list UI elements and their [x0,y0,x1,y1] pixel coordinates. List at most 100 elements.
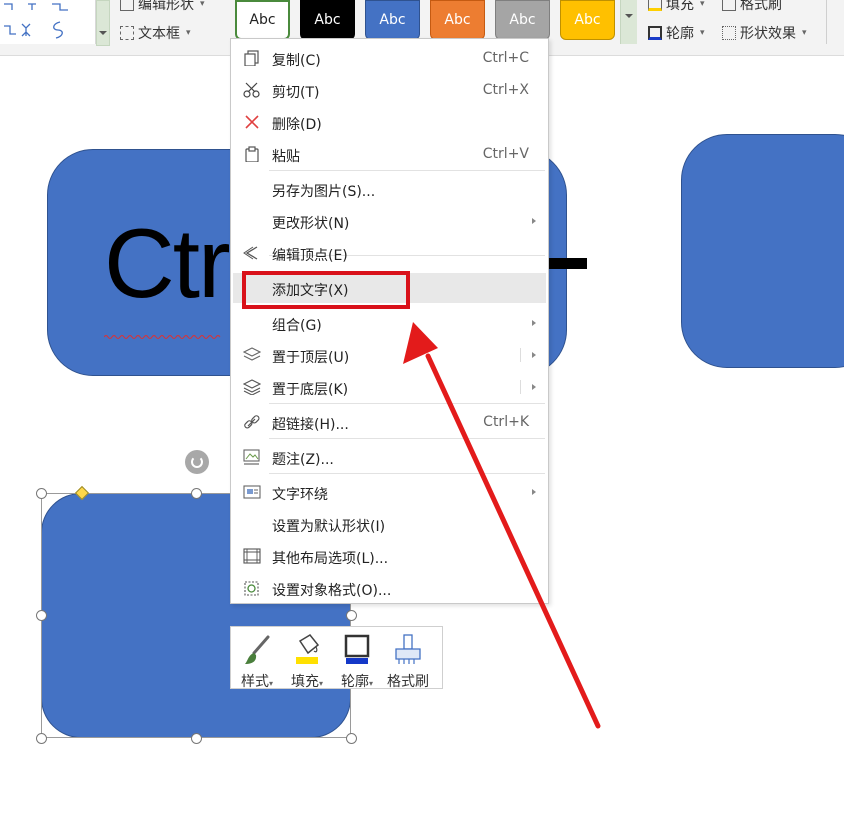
shape-style-swatch-3[interactable]: Abc [365,0,420,40]
menu-item-label: 文字环绕 [272,487,328,503]
shape-style-swatch-label: Abc [444,12,471,28]
menu-item-9[interactable]: 组合(G) [233,308,546,338]
layout-options-icon [243,548,261,564]
resize-handle-nw[interactable] [36,488,47,499]
menu-item-label: 剪切(T) [272,85,320,101]
menu-item-17[interactable]: 设置对象格式(O)... [233,573,546,603]
highlight-box [242,271,410,309]
context-menu: 复制(C) Ctrl+C 剪切(T) Ctrl+X 删除(D) 粘贴 Ctrl+V 另存为图片… [230,38,549,604]
menu-item-label: 置于顶层(U) [272,350,350,366]
shapes-gallery[interactable] [0,0,96,44]
format-painter-icon [722,0,736,11]
menu-item-5[interactable]: 另存为图片(S)... [233,174,546,204]
menu-item-label: 其他布局选项(L)... [272,551,389,567]
menu-item-7[interactable]: 编辑顶点(E) [233,238,546,268]
submenu-arrow-icon [532,384,536,390]
shape-style-swatch-5[interactable]: Abc [495,0,550,40]
menu-item-4[interactable]: 粘贴 Ctrl+V [233,139,546,169]
shape-style-swatch-label: Abc [574,12,601,28]
format-painter-icon [395,634,421,664]
format-object-icon [244,581,259,596]
submenu-divider [520,348,521,362]
submenu-arrow-icon [532,489,536,495]
submenu-arrow-icon [532,352,536,358]
mini-style-button[interactable]: 样式▾ [233,631,281,690]
edit-shape-icon [120,0,134,11]
resize-handle-se[interactable] [346,733,357,744]
style-gallery-scroll[interactable] [620,0,637,44]
shape-effects-icon [722,26,736,40]
rotate-handle-icon[interactable] [185,450,209,474]
ribbon-divider [826,0,827,44]
mini-fill-button[interactable]: 填充▾ [283,631,331,690]
menu-separator [269,438,545,439]
text-wrap-icon [243,485,261,499]
shape-style-swatch-6[interactable]: Abc [560,0,615,40]
shape-style-swatch-label: Abc [249,12,276,28]
menu-item-6[interactable]: 更改形状(N) [233,206,546,236]
menu-item-shortcut: Ctrl+K [483,414,529,430]
format-painter-button[interactable]: 格式刷 [722,0,782,14]
rounded-rectangle-right[interactable] [681,134,844,368]
menu-item-14[interactable]: 文字环绕 [233,477,546,507]
bring-to-front-icon [243,347,261,361]
menu-item-label: 组合(G) [272,318,322,334]
submenu-arrow-icon [532,320,536,326]
edit-shape-button[interactable]: 编辑形状 ▾ [120,0,205,14]
menu-item-1[interactable]: 复制(C) Ctrl+C [233,43,546,73]
shape-style-swatch-2[interactable]: Abc [300,0,355,40]
outline-button[interactable]: 轮廓 ▾ [648,23,705,43]
menu-item-label: 设置对象格式(O)... [272,583,392,599]
resize-handle-sw[interactable] [36,733,47,744]
textbox-button[interactable]: 文本框 ▾ [120,23,191,43]
cut-icon [243,82,260,98]
resize-handle-e[interactable] [346,610,357,621]
resize-handle-s[interactable] [191,733,202,744]
delete-icon [245,115,259,129]
menu-item-label: 编辑顶点(E) [272,248,348,264]
menu-item-2[interactable]: 剪切(T) Ctrl+X [233,75,546,105]
menu-separator [269,403,545,404]
menu-item-label: 设置为默认形状(I) [272,519,386,535]
menu-item-13[interactable]: 题注(Z)... [233,442,546,472]
menu-item-shortcut: Ctrl+V [482,146,529,162]
menu-item-15[interactable]: 设置为默认形状(I) [233,509,546,539]
menu-item-10[interactable]: 置于顶层(U) [233,340,546,370]
fill-button[interactable]: 填充 ▾ [648,0,705,14]
brush-icon [245,635,270,664]
hyperlink-icon [244,415,260,429]
menu-item-label: 题注(Z)... [272,452,334,468]
menu-item-label: 置于底层(K) [272,382,349,398]
menu-item-shortcut: Ctrl+X [482,82,529,98]
menu-item-11[interactable]: 置于底层(K) [233,372,546,402]
shape-style-swatch-1[interactable]: Abc [235,0,290,40]
shape-text: Ctr [104,208,231,318]
copy-icon [244,50,259,66]
fill-icon [648,0,662,11]
shape-style-swatch-label: Abc [314,12,341,28]
menu-item-label: 复制(C) [272,53,321,69]
textbox-icon [120,26,134,40]
mini-toolbar: 样式▾ 填充▾ 轮廓▾ 格式刷 [230,626,443,690]
resize-handle-w[interactable] [36,610,47,621]
resize-handle-n[interactable] [191,488,202,499]
mini-format-painter-button[interactable]: 格式刷 [384,631,432,690]
shapes-gallery-scroll[interactable] [96,0,110,46]
menu-item-label: 超链接(H)... [272,417,349,433]
menu-item-3[interactable]: 删除(D) [233,107,546,137]
menu-item-12[interactable]: 超链接(H)... Ctrl+K [233,407,546,437]
shape-effects-button[interactable]: 形状效果 ▾ [722,23,807,43]
menu-item-shortcut: Ctrl+C [482,50,529,66]
shape-style-swatch-4[interactable]: Abc [430,0,485,40]
submenu-divider [520,380,521,394]
paint-bucket-icon [296,634,320,664]
menu-item-label: 删除(D) [272,117,322,133]
outline-icon [648,26,662,40]
shape-style-swatch-label: Abc [509,12,536,28]
menu-separator [269,170,545,171]
menu-item-16[interactable]: 其他布局选项(L)... [233,541,546,571]
paste-icon [245,146,259,162]
mini-outline-button[interactable]: 轮廓▾ [333,631,381,690]
submenu-arrow-icon [532,218,536,224]
menu-separator [269,473,545,474]
